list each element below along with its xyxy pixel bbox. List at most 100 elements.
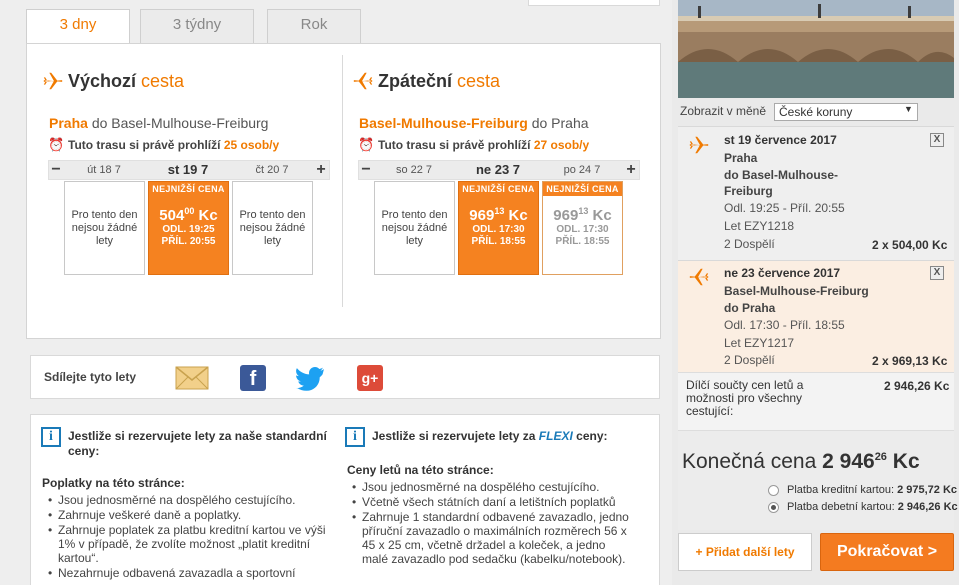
- email-share-icon[interactable]: [175, 366, 209, 390]
- list-item: Zahrnuje veškeré daně a poplatky.: [46, 508, 326, 522]
- leg-times: Odl. 17:30 - Příl. 18:55: [724, 318, 845, 332]
- card-price: 50400 Kc: [159, 206, 218, 224]
- total-box: [678, 430, 954, 530]
- inbound-route: Basel-Mulhouse-Freiburg do Praha: [359, 115, 589, 131]
- outbound-route: Praha do Basel-Mulhouse-Freiburg: [49, 115, 269, 131]
- list-item: Včetně všech státních daní a letištních …: [350, 495, 630, 509]
- info-standard-list: Jsou jednosměrné na dospělého cestujícíh…: [46, 493, 326, 581]
- leg-price: 2 x 969,13 Kc: [872, 354, 948, 368]
- outbound-next-day-button[interactable]: +: [314, 161, 328, 179]
- card-price: 96913 Kc: [469, 206, 528, 224]
- info-flexi-subheading: Ceny letů na této stránce:: [347, 463, 494, 477]
- outbound-day-1[interactable]: út 18 7: [64, 161, 144, 179]
- info-standard-subheading: Poplatky na této stránce:: [42, 476, 185, 490]
- card-arrival: PŘÍL. 18:55: [471, 236, 526, 247]
- currency-label: Zobrazit v měně: [680, 104, 767, 118]
- leg-passengers: 2 Dospělí: [724, 353, 775, 367]
- plus-icon: +: [695, 545, 703, 559]
- outbound-plane-icon: [689, 136, 709, 154]
- tab-3-dny[interactable]: 3 dny: [26, 9, 130, 45]
- google-plus-share-icon[interactable]: g+: [357, 365, 383, 391]
- best-price-badge: NEJNIŽŠÍ CENA: [149, 182, 228, 196]
- panel-divider: [342, 55, 343, 307]
- inbound-plane-icon: [689, 268, 709, 286]
- inbound-prev-day-button[interactable]: −: [359, 161, 373, 179]
- leg-passengers: 2 Dospělí: [724, 237, 775, 251]
- inbound-card-1: Pro tento den nejsou žádné lety: [374, 181, 455, 275]
- add-flights-label: Přidat další lety: [705, 545, 795, 559]
- list-item: Zahrnuje 1 standardní odbavené zavazadlo…: [350, 510, 630, 566]
- inbound-alarm-icon: ⏰: [358, 137, 375, 152]
- leg-date: st 19 července 2017: [724, 133, 837, 147]
- twitter-share-icon[interactable]: [296, 365, 326, 391]
- inbound-day-3[interactable]: po 24 7: [542, 161, 622, 179]
- inbound-next-day-button[interactable]: +: [624, 161, 638, 179]
- leg-to: do Basel-Mulhouse-: [724, 168, 839, 182]
- outbound-day-2[interactable]: st 19 7: [148, 161, 228, 179]
- inbound-viewers: Tuto trasu si právě prohlíží 27 osob/y: [378, 138, 590, 152]
- outbound-title: Výchozí cesta: [68, 71, 185, 91]
- leg-times: Odl. 19:25 - Příl. 20:55: [724, 201, 845, 215]
- outbound-prev-day-button[interactable]: −: [49, 161, 63, 179]
- chevron-down-icon[interactable]: ▼: [904, 104, 913, 114]
- list-item: Jsou jednosměrné na dospělého cestujícíh…: [350, 480, 630, 494]
- outbound-card-3: Pro tento den nejsou žádné lety: [232, 181, 313, 275]
- list-item: Jsou jednosměrné na dospělého cestujícíh…: [46, 493, 326, 507]
- leg-flight-number: Let EZY1218: [724, 219, 795, 233]
- list-item: Zahrnuje poplatek za platbu kreditní kar…: [46, 523, 326, 565]
- list-item: Nezahrnuje odbavená zavazadla a sportovn…: [46, 566, 326, 580]
- best-price-badge: NEJNIŽŠÍ CENA: [543, 182, 622, 196]
- subtotal-value: 2 946,26 Kc: [884, 379, 950, 393]
- pay-credit-line: Platba kreditní kartou: 2 975,72 Kc: [787, 484, 958, 496]
- info-standard-heading: Jestliže si rezervujete lety za naše sta…: [68, 429, 327, 458]
- card-arrival: PŘÍL. 20:55: [161, 236, 216, 247]
- outbound-viewers: Tuto trasu si právě prohlíží 25 osob/y: [68, 138, 280, 152]
- outbound-day-3[interactable]: čt 20 7: [232, 161, 312, 179]
- outbound-plane-icon: [43, 72, 63, 90]
- leg-to: do Praha: [724, 301, 776, 315]
- subtotal-label: Dílčí součty cen letů a možnosti pro vše…: [686, 378, 804, 418]
- pay-credit-radio[interactable]: [768, 485, 779, 496]
- top-strip: [528, 0, 660, 6]
- tab-3-tydny[interactable]: 3 týdny: [140, 9, 254, 43]
- continue-label: Pokračovat: [836, 543, 924, 560]
- outbound-card-1: Pro tento den nejsou žádné lety: [64, 181, 145, 275]
- leg-from: Praha: [724, 151, 758, 165]
- card-arrival: PŘÍL. 18:55: [555, 236, 610, 247]
- destination-photo: [678, 0, 954, 98]
- card-departure: ODL. 19:25: [162, 224, 215, 235]
- inbound-card-2[interactable]: NEJNIŽŠÍ CENA 96913 Kc ODL. 17:30 PŘÍL. …: [458, 181, 539, 275]
- outbound-alarm-icon: ⏰: [48, 137, 65, 152]
- pay-debit-radio[interactable]: [768, 502, 779, 513]
- remove-leg-button[interactable]: X: [930, 133, 944, 147]
- share-label: Sdílejte tyto lety: [44, 370, 137, 384]
- info-icon: i: [345, 427, 365, 447]
- inbound-plane-icon: [353, 72, 373, 90]
- currency-select[interactable]: České koruny: [774, 103, 918, 121]
- chevron-right-icon: >: [927, 543, 938, 560]
- inbound-title: Zpáteční cesta: [378, 71, 501, 91]
- total-price: Konečná cena 2 94626 Kc: [682, 450, 920, 473]
- remove-leg-button[interactable]: X: [930, 266, 944, 280]
- card-price: 96913 Kc: [553, 206, 612, 224]
- facebook-share-icon[interactable]: f: [240, 365, 266, 391]
- inbound-day-1[interactable]: so 22 7: [374, 161, 454, 179]
- continue-button[interactable]: Pokračovat >: [820, 533, 954, 571]
- inbound-card-3[interactable]: NEJNIŽŠÍ CENA 96913 Kc ODL. 17:30 PŘÍL. …: [542, 181, 623, 275]
- tab-rok[interactable]: Rok: [267, 9, 361, 43]
- info-flexi-heading: Jestliže si rezervujete lety za FLEXI ce…: [372, 429, 608, 443]
- pay-debit-line: Platba debetní kartou: 2 946,26 Kc: [787, 501, 958, 513]
- info-flexi-list: Jsou jednosměrné na dospělého cestujícíh…: [350, 480, 630, 567]
- leg-from: Basel-Mulhouse-Freiburg: [724, 284, 869, 298]
- best-price-badge: NEJNIŽŠÍ CENA: [459, 182, 538, 196]
- add-flights-button[interactable]: + Přidat další lety: [678, 533, 812, 571]
- outbound-card-2[interactable]: NEJNIŽŠÍ CENA 50400 Kc ODL. 19:25 PŘÍL. …: [148, 181, 229, 275]
- card-departure: ODL. 17:30: [556, 224, 609, 235]
- inbound-day-2[interactable]: ne 23 7: [458, 161, 538, 179]
- info-icon: i: [41, 427, 61, 447]
- leg-to-cont: Freiburg: [724, 184, 773, 198]
- leg-date: ne 23 července 2017: [724, 266, 841, 280]
- leg-flight-number: Let EZY1217: [724, 336, 795, 350]
- card-departure: ODL. 17:30: [472, 224, 525, 235]
- leg-price: 2 x 504,00 Kc: [872, 238, 948, 252]
